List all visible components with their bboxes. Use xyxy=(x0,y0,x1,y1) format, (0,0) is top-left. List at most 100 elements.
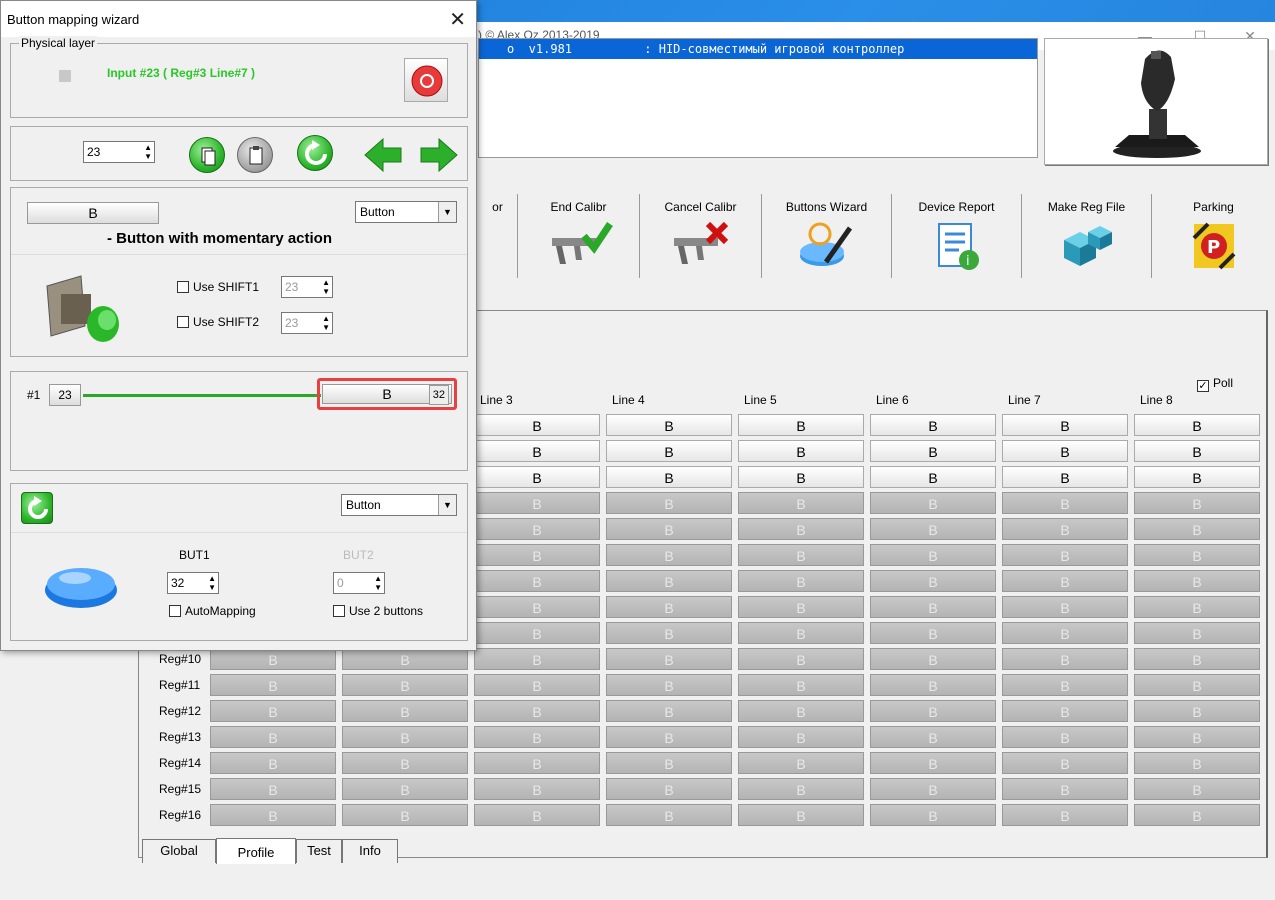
mapping-cell[interactable]: B xyxy=(1134,778,1260,800)
mapping-cell[interactable]: B xyxy=(474,518,600,540)
wizard-close-button[interactable]: ✕ xyxy=(449,7,466,32)
link-target-highlight[interactable]: B 32 xyxy=(317,378,457,410)
mapping-cell[interactable]: B xyxy=(606,518,732,540)
mapping-cell[interactable]: B xyxy=(1002,440,1128,462)
mapping-cell[interactable]: B xyxy=(870,648,996,670)
next-arrow-icon[interactable] xyxy=(419,137,459,173)
toolbar-device-report[interactable]: Device Report i xyxy=(892,194,1022,278)
mapping-cell[interactable]: B xyxy=(342,778,468,800)
mapping-cell[interactable]: B xyxy=(606,570,732,592)
shift1-spinner[interactable]: 23 ▲ ▼ xyxy=(281,276,333,298)
but1-spinner[interactable]: 32 ▲ ▼ xyxy=(167,572,219,594)
spinner-arrows-icon[interactable]: ▲ ▼ xyxy=(144,143,152,161)
mapping-cell[interactable]: B xyxy=(474,700,600,722)
mapping-cell[interactable]: B xyxy=(342,752,468,774)
toolbar-end-calibr[interactable]: End Calibr xyxy=(518,194,640,278)
mapping-cell[interactable]: B xyxy=(870,700,996,722)
mapping-cell[interactable]: B xyxy=(210,726,336,748)
mapping-cell[interactable]: B xyxy=(1002,752,1128,774)
mapping-cell[interactable]: B xyxy=(738,752,864,774)
mapping-cell[interactable]: B xyxy=(1002,544,1128,566)
but2-spinner[interactable]: 0 ▲ ▼ xyxy=(333,572,385,594)
toolbar-make-reg-file[interactable]: Make Reg File xyxy=(1022,194,1152,278)
mapping-cell[interactable]: B xyxy=(210,752,336,774)
mapping-cell[interactable]: B xyxy=(474,648,600,670)
mapping-cell[interactable]: B xyxy=(1134,648,1260,670)
toolbar-buttons-wizard[interactable]: Buttons Wizard xyxy=(762,194,892,278)
tab-info[interactable]: Info xyxy=(342,839,398,863)
use-2-buttons-checkbox[interactable] xyxy=(333,605,345,617)
mapping-type-select[interactable]: Button ▼ xyxy=(355,201,457,223)
mapping-cell[interactable]: B xyxy=(870,440,996,462)
mapping-cell[interactable]: B xyxy=(738,518,864,540)
mapping-cell[interactable]: B xyxy=(1134,752,1260,774)
mapping-cell[interactable]: B xyxy=(1002,414,1128,436)
mapping-cell[interactable]: B xyxy=(606,700,732,722)
mapping-cell[interactable]: B xyxy=(1002,726,1128,748)
spinner-arrows-icon[interactable]: ▲ ▼ xyxy=(322,278,330,296)
mapping-cell[interactable]: B xyxy=(870,492,996,514)
mapping-cell[interactable]: B xyxy=(474,544,600,566)
mapping-cell[interactable]: B xyxy=(606,804,732,826)
prev-arrow-icon[interactable] xyxy=(363,137,403,173)
mapping-cell[interactable]: B xyxy=(474,466,600,488)
mapping-cell[interactable]: B xyxy=(606,752,732,774)
reset-button[interactable] xyxy=(297,135,333,171)
tab-global[interactable]: Global xyxy=(142,839,216,863)
mapping-cell[interactable]: B xyxy=(1134,596,1260,618)
device-row-selected[interactable]: o v1.981 : HID-совместимый игровой контр… xyxy=(479,39,1037,59)
mapping-cell[interactable]: B xyxy=(870,674,996,696)
link-source-button[interactable]: 23 xyxy=(49,384,81,406)
mapping-cell[interactable]: B xyxy=(606,440,732,462)
use-2-buttons-row[interactable]: Use 2 buttons xyxy=(333,604,423,618)
poll-checkbox[interactable]: ✓ Poll xyxy=(1197,376,1233,392)
toolbar-cancel-calibr[interactable]: Cancel Calibr xyxy=(640,194,762,278)
mapping-cell[interactable]: B xyxy=(738,648,864,670)
mapping-cell[interactable]: B xyxy=(210,804,336,826)
mapping-cell[interactable]: B xyxy=(1134,622,1260,644)
mapping-cell[interactable]: B xyxy=(210,648,336,670)
use-shift1-checkbox[interactable] xyxy=(177,281,189,293)
mapping-cell[interactable]: B xyxy=(1002,700,1128,722)
mapping-cell[interactable]: B xyxy=(1002,492,1128,514)
chevron-down-icon[interactable]: ▼ xyxy=(438,202,456,222)
mapping-cell[interactable]: B xyxy=(738,492,864,514)
mapping-cell[interactable]: B xyxy=(870,622,996,644)
automapping-checkbox[interactable] xyxy=(169,605,181,617)
mapping-cell[interactable]: B xyxy=(1134,440,1260,462)
spinner-arrows-icon[interactable]: ▲ ▼ xyxy=(322,314,330,332)
toolbar-start-calibr[interactable]: or xyxy=(478,194,518,278)
mapping-cell[interactable]: B xyxy=(606,726,732,748)
mapping-cell[interactable]: B xyxy=(738,414,864,436)
mapping-cell[interactable]: B xyxy=(738,674,864,696)
device-list[interactable]: o v1.981 : HID-совместимый игровой контр… xyxy=(478,38,1038,158)
tab-test[interactable]: Test xyxy=(296,839,342,863)
mapping-cell[interactable]: B xyxy=(1134,726,1260,748)
mapping-cell[interactable]: B xyxy=(342,674,468,696)
mapping-cell[interactable]: B xyxy=(738,726,864,748)
mapping-cell[interactable]: B xyxy=(474,752,600,774)
copy-button[interactable] xyxy=(189,137,225,173)
mapping-cell[interactable]: B xyxy=(210,700,336,722)
paste-button[interactable] xyxy=(237,137,273,173)
mapping-cell[interactable]: B xyxy=(1134,804,1260,826)
chevron-down-icon[interactable]: ▼ xyxy=(438,495,456,515)
mapping-cell[interactable]: B xyxy=(870,726,996,748)
shift2-spinner[interactable]: 23 ▲ ▼ xyxy=(281,312,333,334)
mapping-cell[interactable]: B xyxy=(738,804,864,826)
output-reset-button[interactable] xyxy=(21,492,53,524)
mapping-cell[interactable]: B xyxy=(1134,492,1260,514)
mapping-cell[interactable]: B xyxy=(870,518,996,540)
mapping-cell[interactable]: B xyxy=(1134,414,1260,436)
mapping-cell[interactable]: B xyxy=(870,804,996,826)
mapping-cell[interactable]: B xyxy=(474,778,600,800)
mapping-cell[interactable]: B xyxy=(870,778,996,800)
spinner-arrows-icon[interactable]: ▲ ▼ xyxy=(208,574,216,592)
mapping-cell[interactable]: B xyxy=(738,596,864,618)
mapping-cell[interactable]: B xyxy=(738,570,864,592)
spinner-arrows-icon[interactable]: ▲ ▼ xyxy=(374,574,382,592)
mapping-cell[interactable]: B xyxy=(342,726,468,748)
mapping-cell[interactable]: B xyxy=(474,440,600,462)
mapping-cell[interactable]: B xyxy=(474,492,600,514)
mapping-cell[interactable]: B xyxy=(738,778,864,800)
